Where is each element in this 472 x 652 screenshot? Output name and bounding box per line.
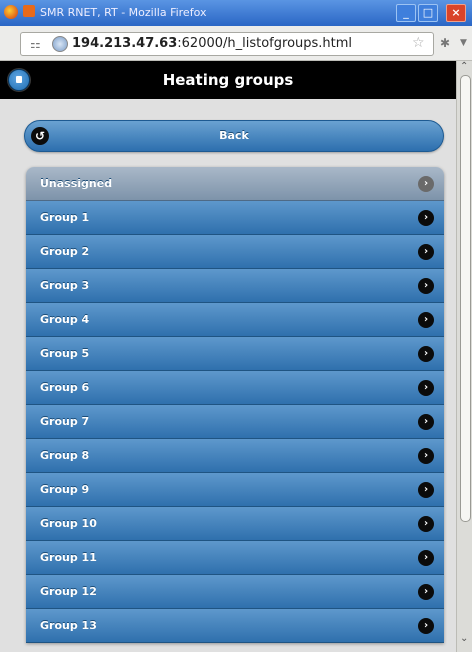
list-item-label: Group 8 [40,449,90,462]
page-title: Heating groups [162,71,294,89]
list-item-group[interactable]: Group 1 › [26,201,444,235]
list-item-label: Group 13 [40,619,97,632]
group-list: Unassigned › Group 1 › Group 2 › Group 3 › Group… [26,167,444,643]
list-item-label: Group 10 [40,517,97,530]
list-item-label: Group 7 [40,415,90,428]
list-item-label: Group 11 [40,551,97,564]
list-item-group[interactable]: Group 4 › [26,303,444,337]
url-host: 194.213.47.63 [72,36,178,51]
site-identity-icon[interactable]: ⚏ [30,37,41,51]
page-header: Heating groups [0,61,456,99]
list-item-group[interactable]: Group 8 › [26,439,444,473]
maximize-button[interactable]: □ [418,4,438,22]
chevron-right-icon: › [418,482,434,498]
url-text[interactable]: 194.213.47.63:62000/h_listofgroups.html [72,36,352,51]
scroll-down-icon[interactable]: ⌄ [460,633,468,644]
list-item-label: Unassigned [40,177,113,190]
list-item-label: Group 3 [40,279,90,292]
list-item-label: Group 12 [40,585,97,598]
list-item-label: Group 4 [40,313,90,326]
window-titlebar: SMR RNET, RT - Mozilla Firefox _ □ × [0,0,472,26]
chevron-right-icon: › [418,414,434,430]
list-item-label: Group 1 [40,211,90,224]
chevron-right-icon: › [418,448,434,464]
list-item-label: Group 5 [40,347,90,360]
chevron-right-icon: › [418,244,434,260]
scroll-up-icon[interactable]: ⌃ [460,61,468,72]
back-button-label: Back [219,129,249,142]
chevron-right-icon: › [418,176,434,192]
page-viewport: Heating groups ↺ Back Unassigned › Group 1… [0,61,456,652]
list-item-unassigned[interactable]: Unassigned › [26,167,444,201]
list-item-group[interactable]: Group 10 › [26,507,444,541]
list-item-group[interactable]: Group 13 › [26,609,444,643]
list-item-group[interactable]: Group 12 › [26,575,444,609]
chevron-right-icon: › [418,516,434,532]
list-item-group[interactable]: Group 5 › [26,337,444,371]
chevron-right-icon: › [418,210,434,226]
chevron-right-icon: › [418,584,434,600]
list-item-label: Group 2 [40,245,90,258]
firefox-icon [4,5,18,19]
chevron-right-icon: › [418,380,434,396]
window-title: SMR RNET, RT - Mozilla Firefox [40,6,207,19]
list-item-group[interactable]: Group 9 › [26,473,444,507]
list-item-group[interactable]: Group 6 › [26,371,444,405]
url-path: :62000/h_listofgroups.html [177,36,353,51]
chevron-right-icon: › [418,346,434,362]
chevron-right-icon: › [418,550,434,566]
chevron-right-icon: › [418,312,434,328]
list-item-group[interactable]: Group 2 › [26,235,444,269]
bookmark-star-icon[interactable]: ☆ [412,35,425,51]
scrollbar-thumb[interactable] [460,75,471,522]
vertical-scrollbar[interactable]: ⌃ ⌄ [456,61,472,652]
minimize-button[interactable]: _ [396,4,416,22]
globe-icon [52,36,68,52]
list-item-group[interactable]: Group 3 › [26,269,444,303]
dropdown-arrow-icon[interactable]: ▼ [460,38,467,48]
list-item-label: Group 9 [40,483,90,496]
chevron-right-icon: › [418,278,434,294]
close-button[interactable]: × [446,4,466,22]
app-icon [23,5,35,17]
back-button[interactable]: ↺ Back [24,120,444,152]
list-item-label: Group 6 [40,381,90,394]
chevron-right-icon: › [418,618,434,634]
list-item-group[interactable]: Group 11 › [26,541,444,575]
list-item-group[interactable]: Group 7 › [26,405,444,439]
tools-icon[interactable]: ✱ [440,36,450,50]
